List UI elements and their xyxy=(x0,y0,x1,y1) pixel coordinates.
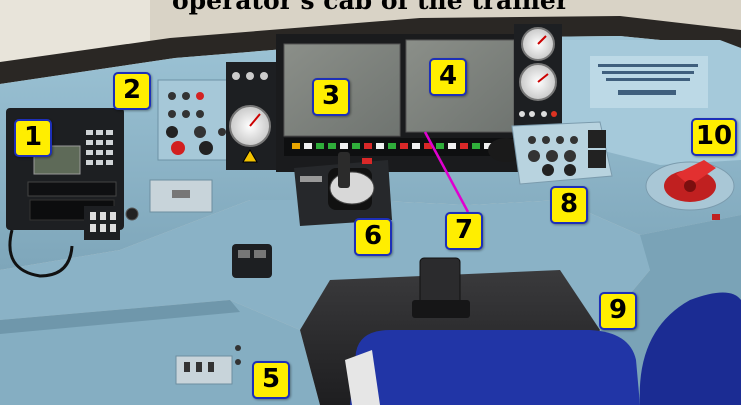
button-panel xyxy=(157,79,235,161)
led-button-strip xyxy=(284,138,518,156)
callout-marker-10: 10 xyxy=(691,118,737,156)
callout-marker-7: 7 xyxy=(445,212,483,250)
photo-caption: operator's cab of the trainer xyxy=(172,0,569,15)
cab-photo: operator's cab of the trainer 1 2 3 4 5 … xyxy=(0,0,741,405)
left-gauge-panel xyxy=(226,62,276,170)
callout-marker-8: 8 xyxy=(550,186,588,224)
cab-illustration xyxy=(0,0,741,405)
callout-marker-6: 6 xyxy=(354,218,392,256)
key-plate xyxy=(149,179,213,213)
callout-marker-5: 5 xyxy=(252,361,290,399)
callout-marker-9: 9 xyxy=(599,292,637,330)
callout-marker-4: 4 xyxy=(429,58,467,96)
throttle-handle xyxy=(338,152,350,188)
pedal-base xyxy=(412,300,470,318)
callout-marker-3: 3 xyxy=(312,78,350,116)
callout-marker-2: 2 xyxy=(113,72,151,110)
seat-cushion xyxy=(350,330,640,405)
instruction-plate xyxy=(590,56,708,108)
callout-marker-1: 1 xyxy=(14,119,52,157)
deadman-switch xyxy=(232,244,272,278)
right-button-panel xyxy=(511,121,613,185)
right-gauge-panel xyxy=(514,24,562,134)
